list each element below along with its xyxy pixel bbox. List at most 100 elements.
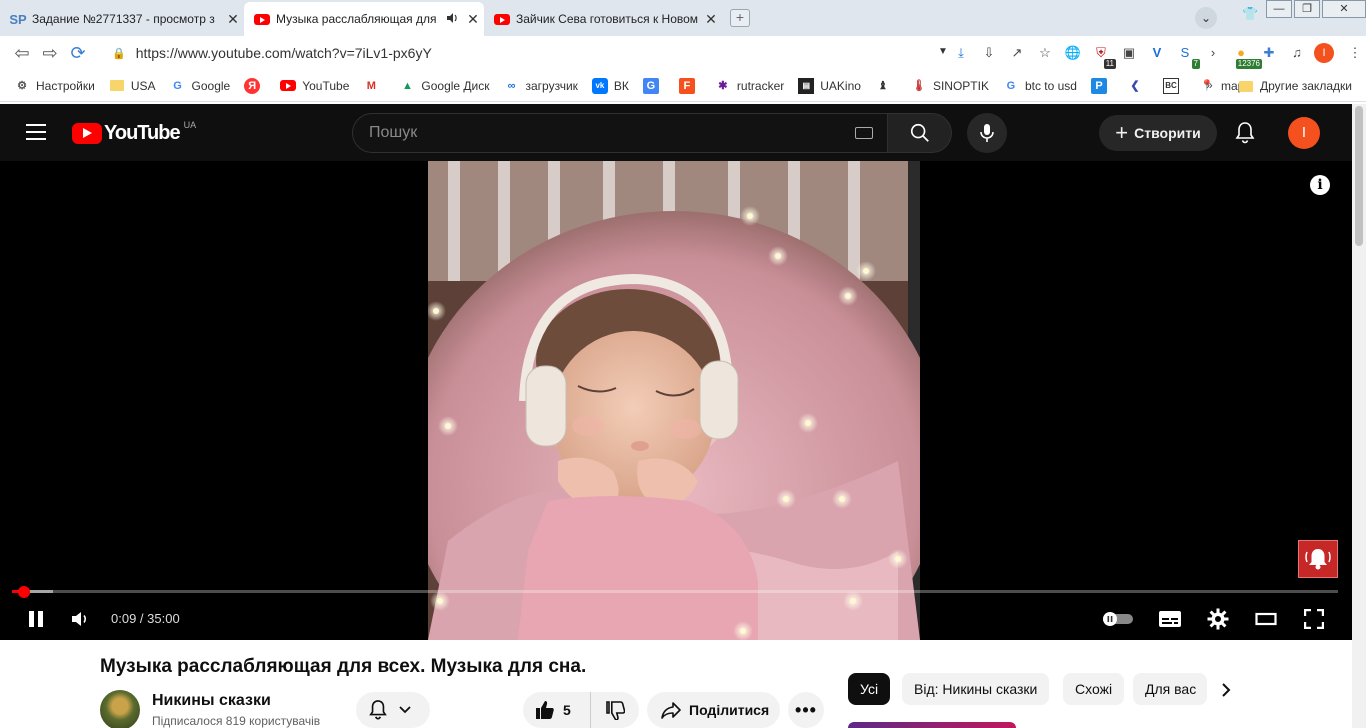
- terminal-icon[interactable]: ›: [1202, 43, 1224, 63]
- bookmark-downloader[interactable]: ∞ загрузчик: [504, 78, 578, 94]
- youtube-logo[interactable]: YouTube UA: [72, 119, 197, 145]
- dislike-button[interactable]: [591, 692, 639, 728]
- menu-icon[interactable]: [26, 124, 46, 145]
- speaker-icon[interactable]: [446, 12, 462, 27]
- bookmark-p[interactable]: P: [1090, 77, 1113, 94]
- coin-icon[interactable]: ● 12376: [1230, 43, 1262, 69]
- chip-for-you[interactable]: Для вас: [1133, 673, 1207, 705]
- close-tab-icon[interactable]: ✕: [700, 11, 722, 28]
- close-tab-icon[interactable]: ✕: [222, 11, 244, 28]
- tab-search-chevron-icon[interactable]: ⌄: [1195, 7, 1217, 29]
- globe-icon[interactable]: 🌐: [1062, 43, 1084, 63]
- bookmark-chess[interactable]: ♝: [875, 78, 897, 94]
- bookmark-vk[interactable]: vk ВК: [591, 77, 629, 94]
- close-tab-icon[interactable]: ✕: [462, 11, 484, 28]
- url-text[interactable]: https://www.youtube.com/watch?v=7iLv1-px…: [136, 45, 432, 61]
- menu-kebab-icon[interactable]: ⋮: [1344, 43, 1366, 63]
- more-actions-button[interactable]: •••: [788, 692, 824, 728]
- v-extension-icon[interactable]: V: [1146, 43, 1168, 63]
- reload-icon[interactable]: ⟳: [64, 43, 92, 64]
- channel-avatar[interactable]: [100, 690, 140, 728]
- subscription-bell-button[interactable]: [356, 692, 430, 728]
- alarm-bell-extension-icon[interactable]: [1298, 540, 1338, 578]
- bookmark-gmail[interactable]: M: [363, 78, 385, 94]
- like-button[interactable]: 5: [523, 692, 591, 728]
- forward-icon[interactable]: ⇨: [36, 43, 64, 64]
- p-icon: P: [1090, 77, 1107, 94]
- share-icon[interactable]: ↗: [1006, 43, 1028, 63]
- folder-icon: [109, 78, 125, 94]
- briefcase-icon[interactable]: ▣: [1118, 43, 1140, 63]
- pause-button[interactable]: [20, 601, 52, 637]
- new-tab-button[interactable]: +: [730, 9, 750, 27]
- tab-task[interactable]: SP Задание №2771337 - просмотр з ✕: [0, 2, 244, 36]
- info-icon[interactable]: i: [1310, 175, 1330, 195]
- scrubber-handle[interactable]: [17, 586, 30, 598]
- chip-related[interactable]: Схожі: [1063, 673, 1125, 705]
- tshirt-icon[interactable]: 👕: [1242, 6, 1258, 22]
- create-button[interactable]: + Створити: [1099, 115, 1217, 151]
- bookmark-settings[interactable]: ⚙ Настройки: [14, 78, 95, 94]
- yandex-icon: Я: [244, 77, 261, 94]
- chevron-right-icon[interactable]: [1214, 678, 1238, 702]
- install-icon[interactable]: ⇩: [978, 43, 1000, 63]
- page-scrollbar[interactable]: [1352, 104, 1366, 728]
- bookmark-google-drive[interactable]: ▲ Google Диск: [399, 78, 490, 94]
- back-icon[interactable]: ⇦: [8, 43, 36, 64]
- chip-all[interactable]: Усі: [848, 673, 891, 705]
- bookmark-uakino[interactable]: ▤ UAKino: [798, 77, 861, 94]
- browser-window: SP Задание №2771337 - просмотр з ✕ Музык…: [0, 0, 1366, 728]
- keyboard-icon[interactable]: [855, 127, 873, 139]
- tab-youtube-active[interactable]: Музыка расслабляющая для ✕: [244, 2, 484, 36]
- google-icon: G: [173, 79, 182, 92]
- profile-avatar[interactable]: I: [1314, 43, 1334, 63]
- media-control-icon[interactable]: ♫: [1286, 43, 1308, 63]
- bookmark-btc[interactable]: Gbtc to usd: [1003, 78, 1077, 94]
- bookmark-bc[interactable]: BC: [1162, 77, 1185, 94]
- search-input[interactable]: [369, 124, 849, 142]
- bookmark-usa[interactable]: USA: [109, 78, 156, 94]
- bookmark-arrow[interactable]: ❮: [1127, 78, 1149, 94]
- search-button[interactable]: [888, 113, 952, 153]
- theater-mode-button[interactable]: [1250, 601, 1282, 637]
- bookmark-rutracker[interactable]: ✱ rutracker: [715, 78, 784, 94]
- video-frame[interactable]: [428, 161, 920, 640]
- close-window-button[interactable]: ✕: [1322, 0, 1366, 18]
- scrollbar-thumb[interactable]: [1355, 106, 1363, 246]
- puzzle-icon[interactable]: ✚: [1258, 43, 1280, 63]
- region-label: UA: [183, 119, 197, 130]
- volume-button[interactable]: [64, 601, 96, 637]
- bookmark-f[interactable]: F: [678, 77, 701, 94]
- settings-button[interactable]: [1202, 601, 1234, 637]
- shield-extension-icon[interactable]: ⛨ 11: [1090, 43, 1116, 69]
- lock-icon[interactable]: 🔒: [112, 47, 126, 60]
- bookmark-sinoptik[interactable]: 🌡 SINOPTIK: [911, 78, 989, 94]
- related-video-thumbnail[interactable]: [848, 722, 1016, 728]
- chip-from-channel[interactable]: Від: Никины сказки: [902, 673, 1050, 705]
- maximize-button[interactable]: ❐: [1294, 0, 1320, 18]
- dropdown-icon[interactable]: ▼: [938, 46, 948, 57]
- subtitles-button[interactable]: [1154, 601, 1186, 637]
- video-player[interactable]: i 0:09 / 35:00: [0, 161, 1352, 640]
- bookmark-translate[interactable]: G: [642, 77, 665, 94]
- address-bar[interactable]: 🔒 https://www.youtube.com/watch?v=7iLv1-…: [104, 40, 954, 66]
- bookmarks-overflow-icon[interactable]: »: [1206, 78, 1213, 92]
- bookmark-yandex[interactable]: Я: [244, 77, 266, 94]
- tab-youtube-bunny[interactable]: Зайчик Сева готовиться к Новом ✕: [484, 2, 722, 36]
- bookmark-star-icon[interactable]: ☆: [1034, 43, 1056, 63]
- voice-search-button[interactable]: [967, 113, 1007, 153]
- channel-name[interactable]: Никины сказки: [152, 692, 271, 710]
- fullscreen-button[interactable]: [1298, 601, 1330, 637]
- bookmark-google[interactable]: G Google: [170, 78, 230, 94]
- bookmark-youtube[interactable]: YouTube: [280, 78, 349, 94]
- search-field[interactable]: [352, 113, 888, 153]
- s-extension-icon[interactable]: S7: [1174, 43, 1200, 69]
- share-button[interactable]: Поділитися: [647, 692, 780, 728]
- download-icon[interactable]: ⤓: [950, 43, 972, 63]
- notifications-bell-icon[interactable]: [1234, 121, 1256, 150]
- minimize-button[interactable]: —: [1266, 0, 1292, 18]
- youtube-account-avatar[interactable]: I: [1288, 117, 1320, 149]
- other-bookmarks[interactable]: Другие закладки: [1238, 78, 1352, 94]
- autoplay-toggle[interactable]: [1100, 601, 1136, 637]
- progress-bar[interactable]: [12, 590, 1338, 593]
